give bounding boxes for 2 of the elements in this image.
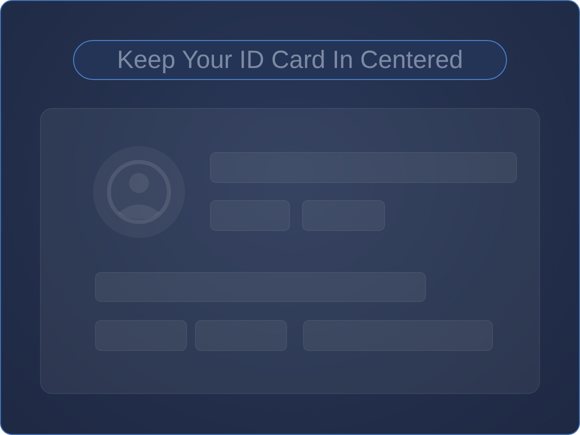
user-avatar-icon xyxy=(93,146,185,238)
instruction-label: Keep Your ID Card In Centered xyxy=(73,40,507,80)
